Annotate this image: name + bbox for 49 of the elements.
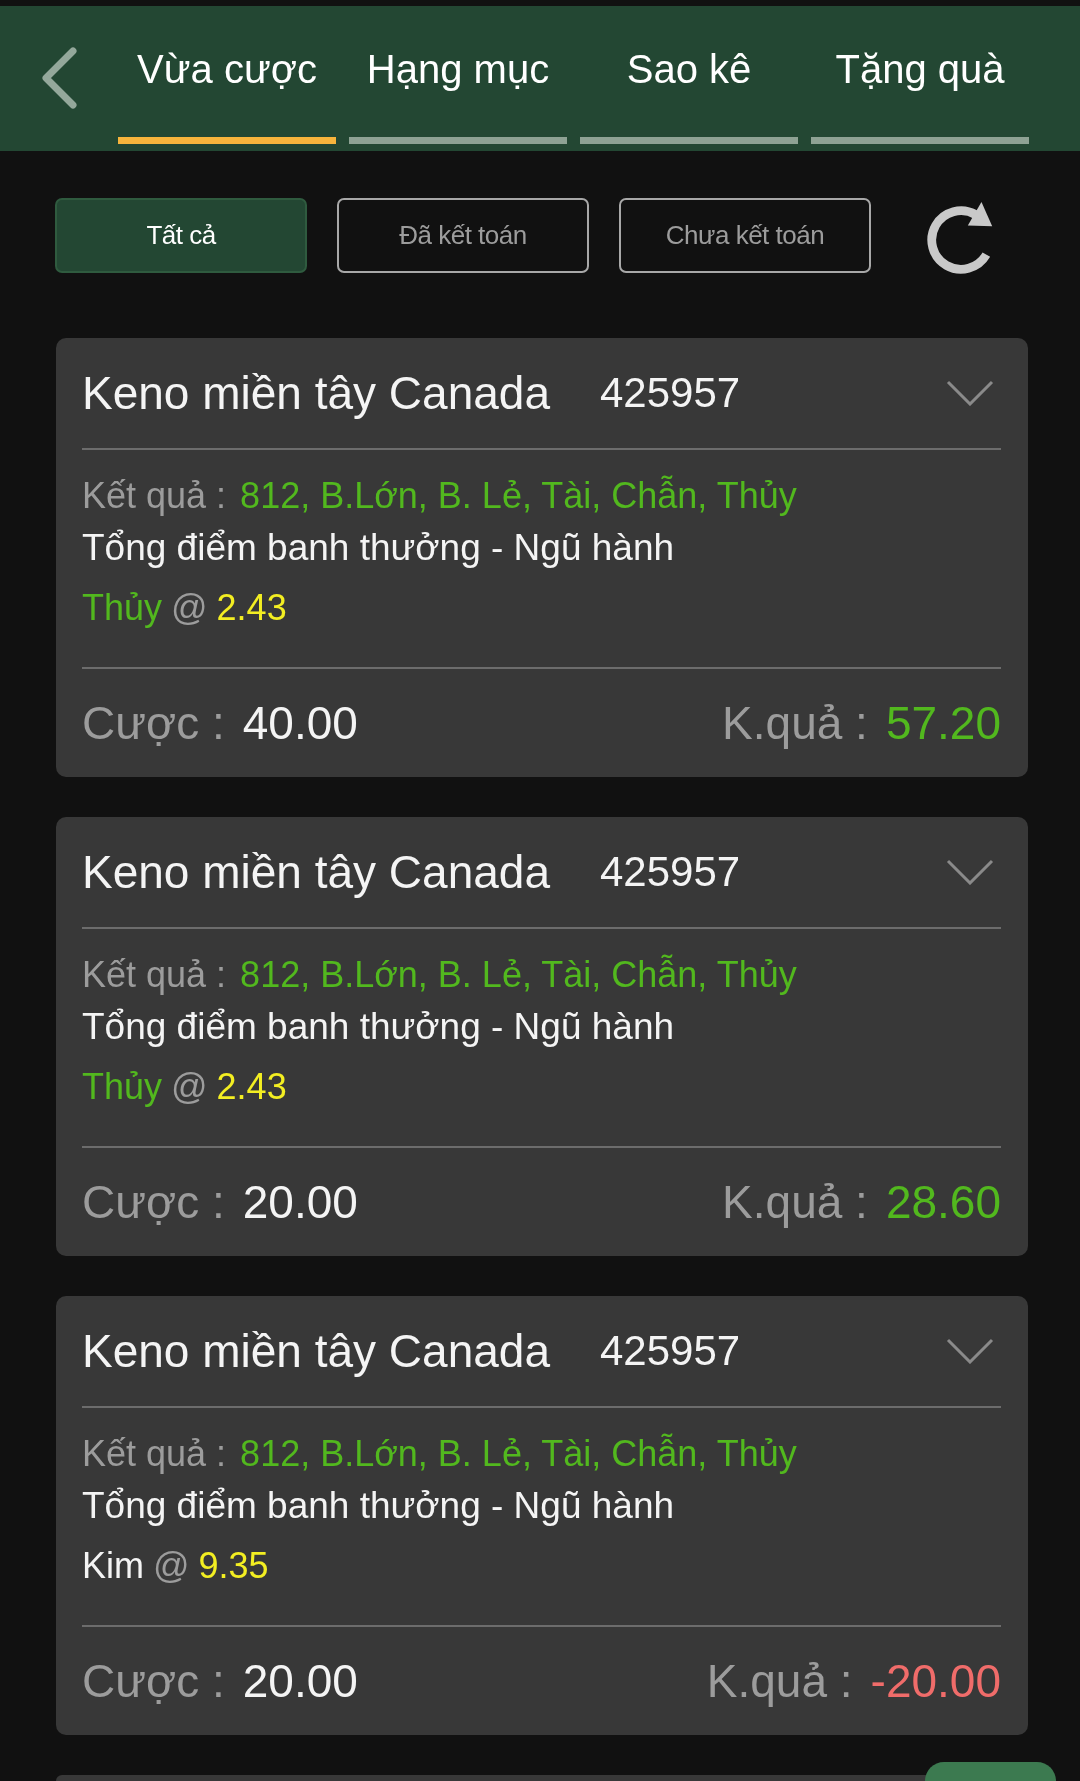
market-name: Tổng điểm banh thưởng - Ngũ hành <box>82 1484 675 1528</box>
result-value: 812, B.Lớn, B. Lẻ, Tài, Chẫn, Thủy <box>240 474 797 518</box>
tab[interactable]: Tặng quà <box>811 45 1029 144</box>
chevron-down-icon[interactable] <box>946 1338 994 1364</box>
result-label: Kết quả : <box>82 1432 227 1476</box>
game-title: Keno miền tây Canada <box>82 366 550 420</box>
game-title: Keno miền tây Canada <box>82 845 550 899</box>
stake-amount: 40.00 <box>242 696 358 750</box>
payout-amount: 57.20 <box>885 696 1001 750</box>
payout-label: K.quả : <box>722 1175 868 1229</box>
odds-value: 9.35 <box>198 1544 269 1588</box>
chevron-down-icon[interactable] <box>946 859 994 885</box>
back-button[interactable] <box>41 47 77 109</box>
stake-label: Cược : <box>82 696 225 750</box>
payout-amount: -20.00 <box>870 1654 1001 1708</box>
stake-amount: 20.00 <box>242 1175 358 1229</box>
pick-name: Thủy <box>82 1065 163 1109</box>
odds-separator: @ <box>171 586 208 630</box>
tab[interactable]: Vừa cược <box>118 45 336 144</box>
stake-amount: 20.00 <box>242 1654 358 1708</box>
floating-button[interactable] <box>925 1762 1056 1781</box>
market-name: Tổng điểm banh thưởng - Ngũ hành <box>82 1005 675 1049</box>
tab[interactable]: Sao kê <box>580 45 798 144</box>
chevron-down-icon[interactable] <box>946 380 994 406</box>
odds-value: 2.43 <box>216 586 287 630</box>
result-value: 812, B.Lớn, B. Lẻ, Tài, Chẫn, Thủy <box>240 1432 797 1476</box>
draw-number: 425957 <box>600 848 741 896</box>
pick-name: Thủy <box>82 586 163 630</box>
odds-value: 2.43 <box>216 1065 287 1109</box>
stake-label: Cược : <box>82 1175 225 1229</box>
filter-button[interactable]: Đã kết toán <box>337 198 589 273</box>
odds-separator: @ <box>171 1065 208 1109</box>
filter-button[interactable]: Chưa kết toán <box>619 198 871 273</box>
payout-label: K.quả : <box>706 1654 853 1708</box>
back-icon <box>41 47 77 109</box>
filter-button[interactable]: Tất cả <box>55 198 307 273</box>
odds-separator: @ <box>153 1544 190 1588</box>
pick-name: Kim <box>82 1544 144 1588</box>
result-label: Kết quả : <box>82 953 227 997</box>
tab[interactable]: Hạng mục <box>349 45 567 144</box>
stake-label: Cược : <box>82 1654 225 1708</box>
payout-label: K.quả : <box>722 696 868 750</box>
draw-number: 425957 <box>600 369 741 417</box>
payout-amount: 28.60 <box>885 1175 1001 1229</box>
game-title: Keno miền tây Canada <box>82 1324 550 1378</box>
result-value: 812, B.Lớn, B. Lẻ, Tài, Chẫn, Thủy <box>240 953 797 997</box>
result-label: Kết quả : <box>82 474 227 518</box>
market-name: Tổng điểm banh thưởng - Ngũ hành <box>82 526 675 570</box>
draw-number: 425957 <box>600 1327 741 1375</box>
